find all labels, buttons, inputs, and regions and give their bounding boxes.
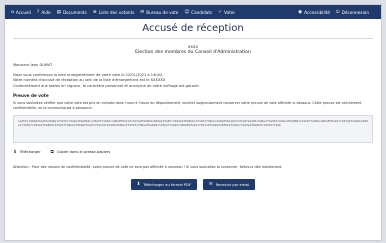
email-icon: ✉ bbox=[209, 182, 213, 188]
nav-label: Voter bbox=[224, 9, 236, 15]
download-pdf-button[interactable]: ⬇ Télécharger au format PDF bbox=[130, 179, 198, 191]
title-divider bbox=[13, 38, 373, 39]
vote-icon: ✓ bbox=[218, 9, 223, 15]
proof-actions: ⬇ Télécharger ⧉ Copier dans le presse-pa… bbox=[13, 149, 373, 156]
nav-vote[interactable]: ✓ Voter bbox=[218, 10, 235, 15]
download-pdf-label: Télécharger au format PDF bbox=[143, 182, 192, 187]
nav-label: Déconnexion bbox=[341, 9, 369, 15]
nav-voter-list[interactable]: ≣ Liste des votants bbox=[93, 10, 135, 15]
ballot-icon: ✉ bbox=[140, 9, 145, 15]
proof-heading: Preuve de vote bbox=[13, 92, 49, 98]
vote-proof-hash: 1a3b5c7d9e0f2a4b6c8d0e1f3a5b7c9d2e4f6a8b… bbox=[13, 115, 373, 144]
email-label: Recevoir par email bbox=[215, 182, 250, 187]
nav-accessibility[interactable]: ◉ Accessibilité bbox=[298, 10, 330, 15]
election-title: Election des membres du Conseil d'Admini… bbox=[135, 50, 251, 55]
nav-candidates[interactable]: ☺ Candidats bbox=[184, 10, 212, 15]
nav-documents[interactable]: ▤ Documents bbox=[57, 10, 87, 15]
download-label: Télécharger bbox=[19, 150, 41, 155]
nav-help[interactable]: ? Aide bbox=[37, 10, 51, 15]
candidates-icon: ☺ bbox=[184, 9, 190, 15]
list-icon: ≣ bbox=[92, 9, 97, 15]
confirmation-text: Monsieur Jean DUMAT Nous vous confirmons… bbox=[13, 63, 373, 89]
nav-label: Candidats bbox=[191, 9, 213, 15]
email-button[interactable]: ✉ Recevoir par email bbox=[203, 179, 256, 191]
nav-home[interactable]: ⌂ Accueil bbox=[11, 10, 31, 15]
document-icon: ▤ bbox=[56, 9, 61, 15]
help-icon: ? bbox=[36, 9, 40, 15]
copy-to-clipboard-link[interactable]: ⧉ Copier dans le presse-papiers bbox=[51, 149, 111, 155]
nav-label: Liste des votants bbox=[98, 9, 135, 15]
election-header: xxxx Election des membres du Conseil d'A… bbox=[5, 44, 381, 56]
pdf-icon: ⬇ bbox=[136, 182, 141, 188]
nav-label: Accueil bbox=[15, 9, 31, 15]
home-icon: ⌂ bbox=[11, 9, 14, 15]
nav-polling-station[interactable]: ✉ Bureau de vote bbox=[140, 10, 178, 15]
top-navigation-bar: ⌂ Accueil ? Aide ▤ Documents ≣ Liste des… bbox=[5, 5, 381, 19]
nav-logout[interactable]: ⏻ Déconnexion bbox=[336, 9, 369, 16]
page-title: Accusé de réception bbox=[142, 23, 244, 34]
copy-label: Copier dans le presse-papiers bbox=[56, 150, 111, 155]
download-proof-link[interactable]: ⬇ Télécharger bbox=[13, 149, 41, 155]
proof-description: Si vous souhaitez vérifier que votre vot… bbox=[13, 100, 362, 110]
accessibility-icon: ◉ bbox=[298, 9, 303, 15]
confidentiality-warning: Attention : Pour des raisons de confiden… bbox=[13, 165, 283, 170]
logout-icon: ⏻ bbox=[336, 10, 340, 15]
copy-icon: ⧉ bbox=[50, 150, 54, 156]
nav-label: Documents bbox=[62, 9, 87, 15]
nav-label: Bureau de vote bbox=[146, 9, 179, 15]
button-row: ⬇ Télécharger au format PDF ✉ Recevoir p… bbox=[5, 179, 381, 191]
receipt-page: ⌂ Accueil ? Aide ▤ Documents ≣ Liste des… bbox=[4, 4, 382, 241]
anonymity-line: Conformément aux textes en vigueur, le c… bbox=[13, 83, 200, 88]
nav-label: Accessibilité bbox=[304, 9, 331, 15]
nav-label: Aide bbox=[41, 9, 51, 15]
download-icon: ⬇ bbox=[13, 149, 17, 155]
